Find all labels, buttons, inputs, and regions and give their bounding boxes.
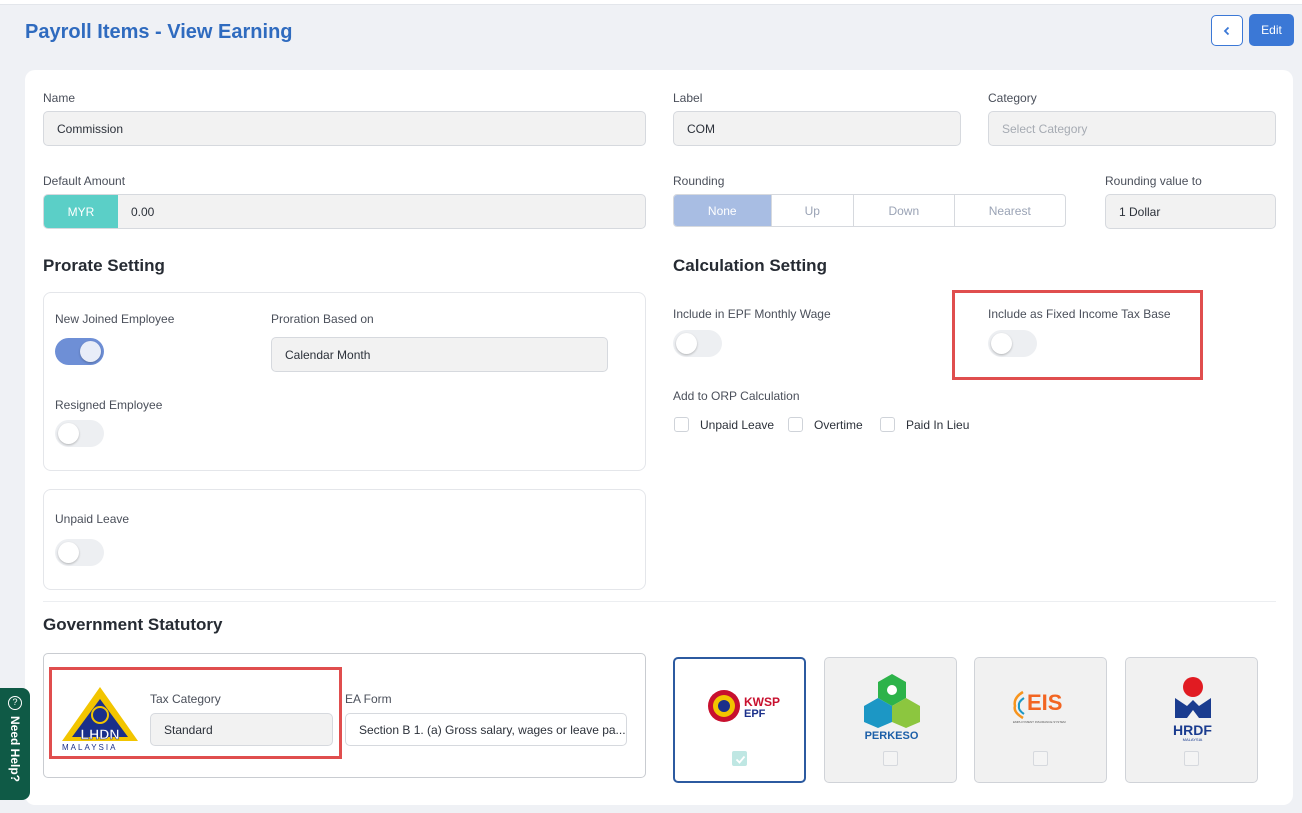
hrdf-text: HRDF — [1173, 722, 1212, 738]
category-label: Category — [988, 91, 1037, 105]
fixed-income-tax-label: Include as Fixed Income Tax Base — [988, 307, 1171, 321]
tax-category-select[interactable]: Standard — [150, 713, 333, 746]
eis-subtitle: EMPLOYMENT INSURANCE SYSTEM — [1013, 720, 1066, 724]
orp-overtime-checkbox[interactable] — [788, 417, 803, 432]
government-statutory-heading: Government Statutory — [43, 615, 223, 634]
default-amount-field[interactable]: MYR 0.00 — [43, 194, 646, 229]
new-joined-toggle[interactable] — [55, 338, 104, 365]
back-button[interactable] — [1211, 15, 1243, 46]
perkeso-checkbox[interactable] — [883, 751, 898, 766]
page-title: Payroll Items - View Earning — [25, 21, 293, 43]
eis-card[interactable]: EIS EMPLOYMENT INSURANCE SYSTEM — [974, 657, 1107, 783]
section-divider — [43, 601, 1276, 602]
rounding-option-nearest[interactable]: Nearest — [955, 195, 1065, 226]
rounding-segmented-control: None Up Down Nearest — [673, 194, 1066, 227]
orp-unpaid-leave-checkbox[interactable] — [674, 417, 689, 432]
perkeso-emblem-icon — [864, 674, 920, 728]
ea-form-label: EA Form — [345, 692, 392, 706]
unpaid-leave-box — [43, 489, 646, 590]
name-label: Name — [43, 91, 76, 105]
eis-wing-icon — [1013, 690, 1025, 720]
rounding-option-down[interactable]: Down — [854, 195, 955, 226]
label-field-label: Label — [673, 91, 703, 105]
rounding-option-none[interactable]: None — [674, 195, 772, 226]
orp-overtime-label: Overtime — [814, 418, 863, 432]
prorate-setting-heading: Prorate Setting — [43, 256, 165, 275]
resigned-label: Resigned Employee — [55, 398, 163, 412]
edit-button[interactable]: Edit — [1249, 14, 1294, 46]
category-select[interactable]: Select Category — [988, 111, 1276, 146]
epf-wage-toggle[interactable] — [673, 330, 722, 357]
kwsp-epf-card[interactable]: KWSP EPF — [673, 657, 806, 783]
hrdf-emblem-icon — [1175, 677, 1211, 718]
new-joined-label: New Joined Employee — [55, 312, 175, 326]
need-help-label: Need Help? — [8, 716, 22, 783]
top-bar — [0, 0, 1302, 5]
epf-text: EPF — [744, 708, 766, 720]
eis-text: EIS — [1027, 690, 1063, 715]
unpaid-leave-toggle[interactable] — [55, 539, 104, 566]
ea-form-select[interactable]: Section B 1. (a) Gross salary, wages or … — [345, 713, 627, 746]
eis-checkbox[interactable] — [1033, 751, 1048, 766]
rounding-option-up[interactable]: Up — [772, 195, 855, 226]
question-icon: ? — [8, 696, 22, 710]
label-field[interactable]: COM — [673, 111, 961, 146]
chevron-left-icon — [1223, 26, 1230, 35]
hrdf-card[interactable]: HRDF MALAYSIA — [1125, 657, 1258, 783]
perkeso-text: PERKESO — [864, 730, 919, 742]
default-amount-label: Default Amount — [43, 174, 126, 188]
proration-based-select[interactable]: Calendar Month — [271, 337, 608, 372]
check-icon — [735, 755, 746, 764]
fixed-income-tax-toggle[interactable] — [988, 330, 1037, 357]
orp-paid-in-lieu-label: Paid In Lieu — [906, 418, 970, 432]
perkeso-card[interactable]: PERKESO — [824, 657, 957, 783]
calculation-setting-heading: Calculation Setting — [673, 256, 827, 275]
kwsp-emblem-icon — [708, 690, 740, 722]
kwsp-checkbox[interactable] — [732, 751, 747, 766]
rounding-label: Rounding — [673, 174, 725, 188]
epf-wage-label: Include in EPF Monthly Wage — [673, 307, 831, 321]
orp-label: Add to ORP Calculation — [673, 389, 800, 403]
rounding-value-select[interactable]: 1 Dollar — [1105, 194, 1276, 229]
proration-based-label: Proration Based on — [271, 312, 374, 326]
orp-paid-in-lieu-checkbox[interactable] — [880, 417, 895, 432]
need-help-tab[interactable]: ? Need Help? — [0, 688, 30, 800]
hrdf-malaysia-text: MALAYSIA — [1182, 737, 1203, 742]
kwsp-text: KWSP — [744, 695, 780, 709]
tax-category-label: Tax Category — [150, 692, 221, 706]
default-amount-value: 0.00 — [131, 204, 155, 219]
resigned-toggle[interactable] — [55, 420, 104, 447]
currency-badge: MYR — [44, 195, 118, 228]
rounding-value-label: Rounding value to — [1105, 174, 1202, 188]
hrdf-checkbox[interactable] — [1184, 751, 1199, 766]
orp-unpaid-leave-label: Unpaid Leave — [700, 418, 775, 432]
unpaid-leave-label: Unpaid Leave — [55, 512, 130, 526]
name-field[interactable]: Commission — [43, 111, 646, 146]
